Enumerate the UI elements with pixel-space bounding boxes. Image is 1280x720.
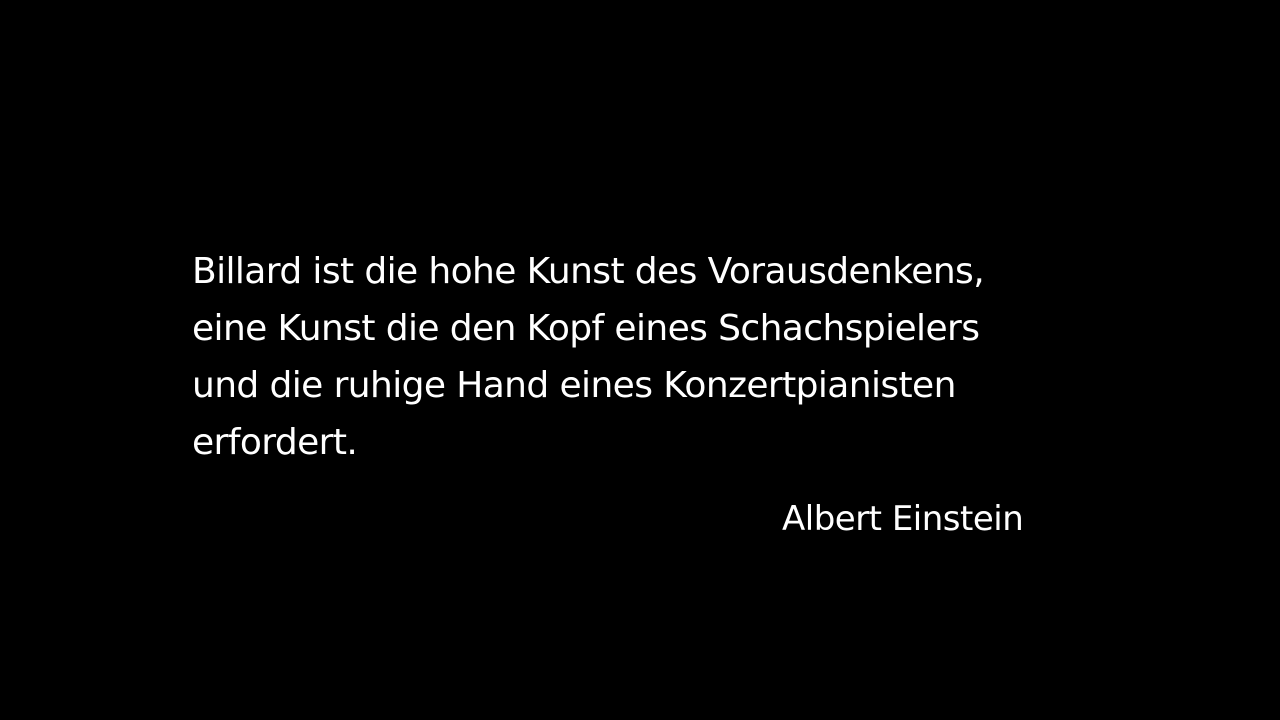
quote-line-1: Billard ist die hohe Kunst des Vorausden… <box>192 251 985 292</box>
quote-text: Billard ist die hohe Kunst des Vorausden… <box>192 243 1112 471</box>
quote-line-4: erfordert. <box>192 422 358 463</box>
quote-slide: Billard ist die hohe Kunst des Vorausden… <box>0 0 1280 720</box>
quote-author: Albert Einstein <box>782 499 1024 539</box>
quote-line-2: eine Kunst die den Kopf eines Schachspie… <box>192 308 980 349</box>
quote-line-3: und die ruhige Hand eines Konzertpianist… <box>192 365 956 406</box>
